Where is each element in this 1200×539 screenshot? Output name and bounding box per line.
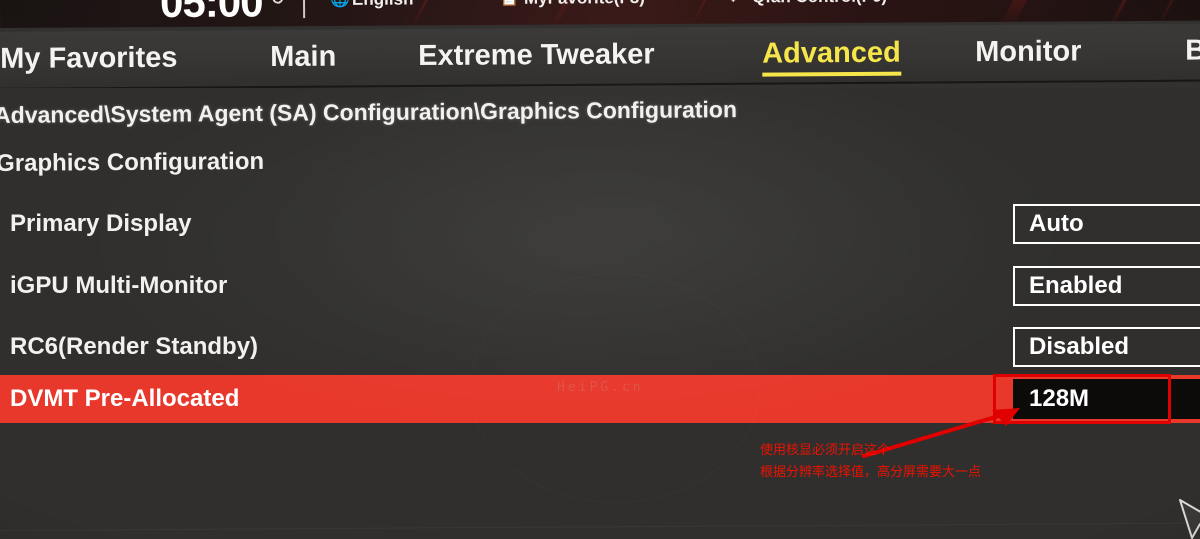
setting-label: Primary Display — [10, 210, 192, 237]
tab-b[interactable]: B — [1185, 35, 1200, 68]
clock-icon: ⏱ — [272, 0, 284, 7]
list-divider — [0, 522, 1200, 531]
tab-advanced[interactable]: Advanced — [762, 37, 901, 71]
qfan-control-button[interactable]: Qfan Control(F6) — [752, 0, 887, 7]
topbar-divider — [302, 0, 306, 19]
annotation-line-2: 根据分辨率选择值，高分屏需要大一点 — [760, 465, 982, 480]
settings-pane: HeiPG.cn Advanced\System Agent (SA) Conf… — [0, 88, 1200, 539]
setting-value-field[interactable]: Enabled — [1013, 266, 1200, 306]
watermark: HeiPG.cn — [557, 380, 644, 395]
setting-label: RC6(Render Standby) — [10, 333, 259, 360]
tab-my-favorites[interactable]: My Favorites — [0, 42, 178, 76]
breadcrumb: Advanced\System Agent (SA) Configuration… — [0, 96, 738, 128]
page-title: Graphics Configuration — [0, 147, 265, 177]
setting-value: Disabled — [1029, 333, 1130, 360]
status-bar: 05:00 ⏱ 🌐 English 📋 MyFavorite(F3) ❄ Qfa… — [0, 0, 1200, 28]
setting-value: Auto — [1029, 210, 1084, 237]
setting-row[interactable]: Primary Display Auto — [0, 200, 1200, 248]
favorite-list-icon[interactable]: 📋 — [500, 0, 519, 7]
language-selector[interactable]: English — [352, 0, 414, 10]
main-tab-bar: My Favorites Main Extreme Tweaker Advanced M… — [0, 23, 1200, 90]
setting-value-field[interactable]: Disabled — [1013, 327, 1200, 367]
annotation-text: 使用核显必须开启这个 根据分辨率选择值，高分屏需要大一点 — [760, 440, 981, 484]
mouse-cursor — [1179, 499, 1200, 539]
tab-monitor[interactable]: Monitor — [975, 35, 1082, 69]
setting-label: DVMT Pre-Allocated — [10, 385, 240, 412]
annotation-line-1: 使用核显必须开启这个 — [760, 443, 891, 458]
my-favorite-button[interactable]: MyFavorite(F3) — [524, 0, 645, 9]
tab-extreme-tweaker[interactable]: Extreme Tweaker — [418, 38, 655, 73]
globe-icon[interactable]: 🌐 — [330, 0, 350, 9]
setting-value: Enabled — [1029, 272, 1123, 299]
setting-label: iGPU Multi-Monitor — [10, 272, 228, 299]
fan-icon[interactable]: ❄ — [727, 0, 740, 6]
setting-value-field[interactable]: Auto — [1013, 204, 1200, 244]
bios-screen: 05:00 ⏱ 🌐 English 📋 MyFavorite(F3) ❄ Qfa… — [0, 0, 1200, 539]
tab-main[interactable]: Main — [270, 41, 336, 74]
system-clock: 05:00 — [159, 0, 263, 27]
